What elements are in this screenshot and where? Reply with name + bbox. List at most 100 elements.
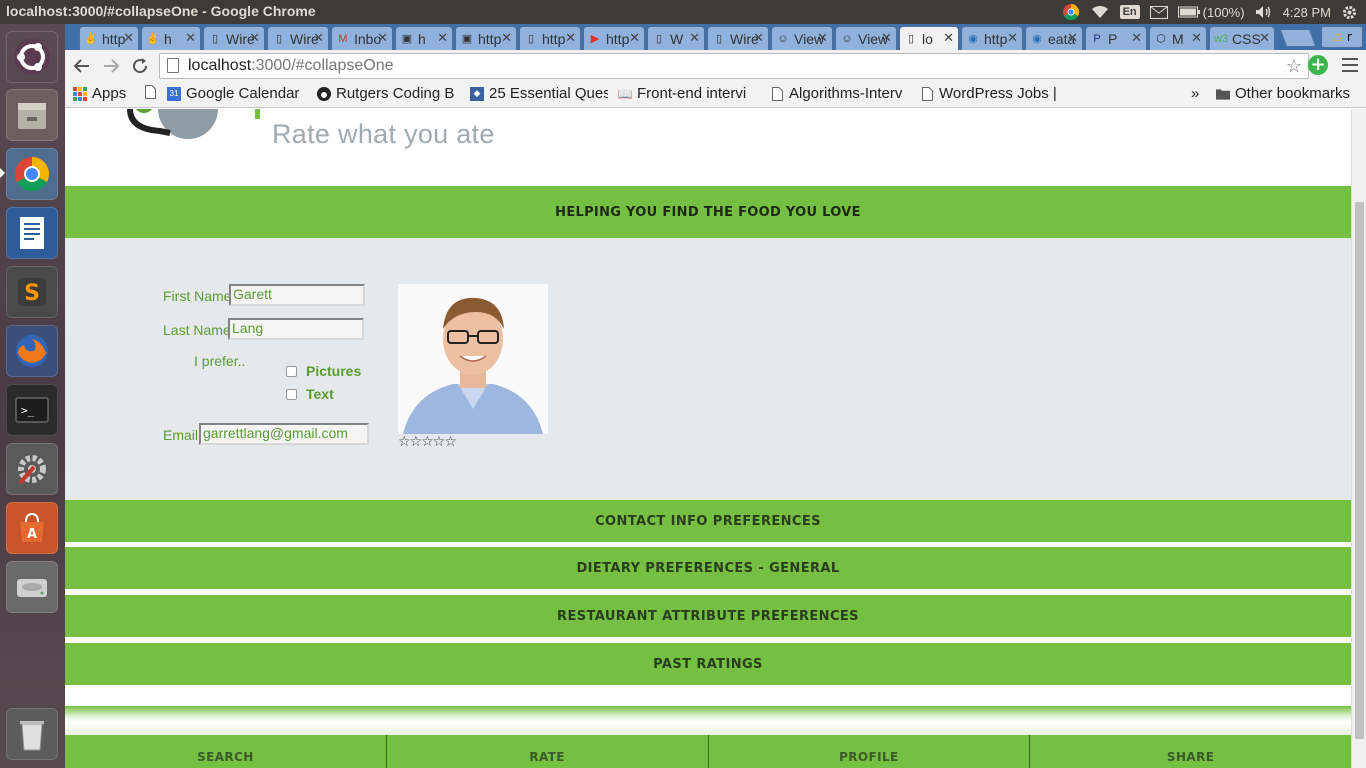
bookmark-item[interactable]: Apps [73, 85, 126, 102]
libreoffice-writer-icon[interactable] [6, 207, 58, 259]
software-center-icon[interactable]: A [6, 502, 58, 554]
trash-icon[interactable] [6, 708, 58, 760]
new-tab-button[interactable] [1279, 29, 1317, 47]
close-tab-icon[interactable]: ✕ [689, 30, 700, 46]
close-tab-icon[interactable]: ✕ [249, 30, 260, 46]
disk-drive-icon[interactable] [6, 561, 58, 613]
wifi-icon[interactable] [1090, 4, 1110, 20]
pictures-option[interactable]: Pictures [286, 363, 361, 379]
firefox-icon[interactable] [6, 325, 58, 377]
volume-icon[interactable] [1255, 5, 1273, 19]
keyboard-layout-indicator[interactable]: En [1119, 5, 1140, 19]
browser-tab[interactable]: ⬡ M ✕ [1149, 26, 1207, 50]
close-tab-icon[interactable]: ✕ [817, 30, 828, 46]
vertical-scrollbar[interactable] [1351, 109, 1366, 768]
chrome-indicator-icon[interactable] [1062, 3, 1080, 21]
browser-tab[interactable]: ✌ h ✕ [141, 26, 201, 50]
nav-profile[interactable]: PROFILE [709, 735, 1031, 768]
eye-icon: ◉ [968, 33, 978, 45]
reload-button[interactable] [128, 54, 152, 78]
page-icon: ▯ [211, 33, 219, 45]
email-input[interactable]: garrettlang@gmail.com [199, 423, 369, 445]
bookmark-item[interactable]: Rutgers Coding B [317, 85, 454, 102]
nav-search[interactable]: SEARCH [65, 735, 387, 768]
browser-tab[interactable]: M Inbo ✕ [331, 26, 393, 50]
files-icon[interactable] [6, 89, 58, 141]
url-path: :3000/#collapseOne [251, 57, 394, 74]
close-tab-icon[interactable]: ✕ [1259, 30, 1270, 46]
clock[interactable]: 4:28 PM [1283, 5, 1331, 20]
browser-tab[interactable]: w3 CSS ✕ [1209, 26, 1275, 50]
close-tab-icon[interactable]: ✕ [753, 30, 764, 46]
accordion-restaurant-attributes[interactable]: RESTAURANT ATTRIBUTE PREFERENCES [65, 595, 1351, 637]
close-tab-icon[interactable]: ✕ [377, 30, 388, 46]
browser-tab[interactable]: ▯ Wire ✕ [267, 26, 329, 50]
address-bar[interactable]: localhost:3000/#collapseOne ☆ [159, 53, 1309, 79]
close-tab-icon[interactable]: ✕ [313, 30, 324, 46]
first-name-input[interactable]: Garett [229, 284, 365, 306]
text-checkbox[interactable] [286, 388, 297, 400]
bookmark-item[interactable]: Algorithms-Interv [770, 85, 902, 102]
mail-icon[interactable] [1149, 5, 1168, 19]
close-tab-icon[interactable]: ✕ [501, 30, 512, 46]
browser-tab[interactable]: ✌ http ✕ [79, 26, 139, 50]
terminal-icon[interactable]: >_ [6, 384, 58, 436]
accordion-contact-info[interactable]: CONTACT INFO PREFERENCES [65, 500, 1351, 542]
browser-tab[interactable]: P P ✕ [1085, 26, 1147, 50]
battery-indicator[interactable]: (100%) [1177, 4, 1245, 20]
chrome-launcher-icon[interactable] [6, 148, 58, 200]
add-extension-icon[interactable]: + [1308, 55, 1328, 75]
settings-gear-icon[interactable] [1341, 4, 1358, 21]
bookmark-item[interactable] [143, 85, 157, 99]
vertical-scrollbar-thumb[interactable] [1355, 202, 1364, 739]
close-tab-icon[interactable]: ✕ [1067, 30, 1078, 46]
browser-tab[interactable]: ▯ lo ✕ [899, 26, 959, 50]
close-tab-icon[interactable]: ✕ [881, 30, 892, 46]
close-tab-icon[interactable]: ✕ [943, 30, 954, 46]
system-settings-icon[interactable] [6, 443, 58, 495]
text-option[interactable]: Text [286, 386, 334, 402]
nav-share[interactable]: SHARE [1030, 735, 1351, 768]
rating-stars[interactable]: ☆☆☆☆☆ [398, 434, 457, 450]
bookmark-item[interactable]: 📖 Front-end intervi [618, 85, 746, 102]
bookmark-item[interactable]: ◆ 25 Essential Ques [470, 85, 608, 102]
bookmark-item[interactable]: 31 Google Calendar [167, 85, 299, 102]
browser-tab[interactable]: ▶ http ✕ [583, 26, 645, 50]
ubuntu-dash-icon[interactable] [6, 31, 58, 83]
back-button[interactable] [70, 54, 94, 78]
nav-rate[interactable]: RATE [387, 735, 709, 768]
accordion-past-ratings[interactable]: PAST RATINGS [65, 643, 1351, 685]
last-name-input[interactable]: Lang [228, 318, 364, 340]
bookmarks-overflow-button[interactable]: » [1191, 85, 1199, 102]
browser-tab[interactable]: ☺ View ✕ [771, 26, 833, 50]
browser-tab[interactable]: ▣ http ✕ [455, 26, 517, 50]
browser-tab[interactable]: ▯ Wire ✕ [707, 26, 769, 50]
bookmark-star-icon[interactable]: ☆ [1286, 54, 1302, 78]
battery-percent: (100%) [1202, 4, 1245, 20]
browser-tab[interactable]: ▯ W ✕ [647, 26, 705, 50]
chrome-menu-icon[interactable] [1342, 58, 1358, 72]
browser-tab[interactable]: ◉ eata ✕ [1025, 26, 1083, 50]
browser-tab[interactable]: ▯ Wire ✕ [203, 26, 265, 50]
bookmark-item[interactable]: WordPress Jobs | [920, 85, 1057, 102]
close-tab-icon[interactable]: ✕ [437, 30, 448, 46]
browser-tab[interactable]: ☺ View ✕ [835, 26, 897, 50]
close-tab-icon[interactable]: ✕ [1191, 30, 1202, 46]
close-tab-icon[interactable]: ✕ [565, 30, 576, 46]
browser-tab[interactable]: ▣ h ✕ [395, 26, 453, 50]
close-tab-icon[interactable]: ✕ [629, 30, 640, 46]
close-tab-icon[interactable]: ✕ [1131, 30, 1142, 46]
pictures-checkbox[interactable] [286, 365, 297, 377]
other-bookmarks-button[interactable]: Other bookmarks [1216, 85, 1350, 102]
browser-tab[interactable]: ◉ http ✕ [961, 26, 1023, 50]
close-tab-icon[interactable]: ✕ [185, 30, 196, 46]
bookmark-label: Apps [92, 85, 127, 102]
page-info-icon[interactable] [167, 58, 179, 73]
sublime-text-icon[interactable]: S [6, 266, 58, 318]
browser-tab[interactable]: ▯ http ✕ [519, 26, 581, 50]
close-tab-icon[interactable]: ✕ [1007, 30, 1018, 46]
accordion-dietary-general[interactable]: DIETARY PREFERENCES - GENERAL [65, 547, 1351, 589]
close-tab-icon[interactable]: ✕ [123, 30, 134, 46]
user-profile-button[interactable]: ⚠ r [1321, 26, 1363, 48]
forward-button[interactable] [99, 54, 123, 78]
